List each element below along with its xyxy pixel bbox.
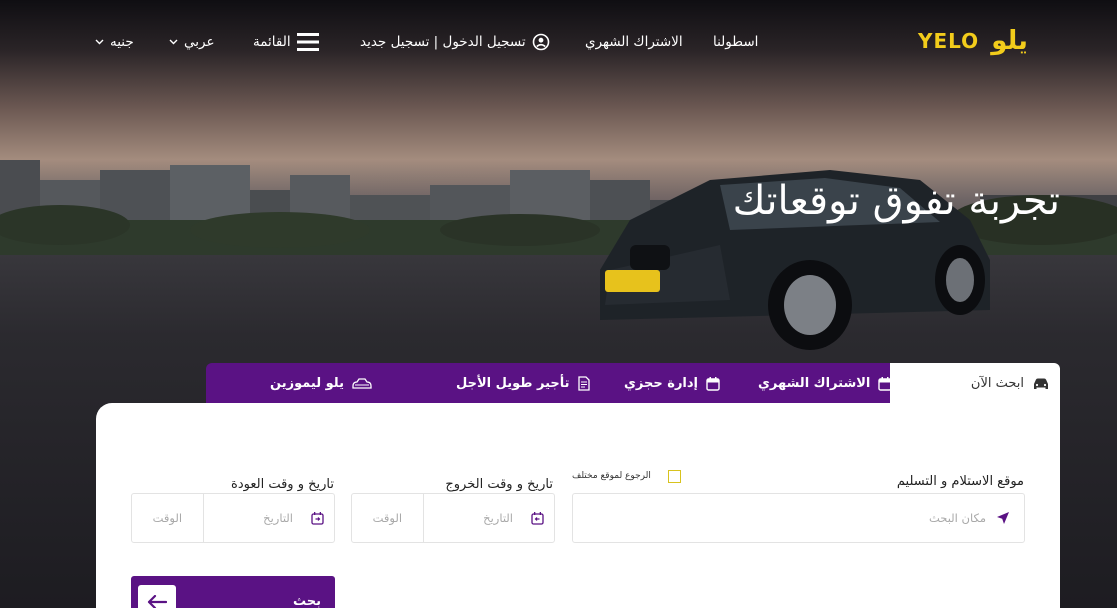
booking-tabs: الاشتراك الشهري إدارة حجزي تأجير طويل ال… bbox=[206, 363, 893, 404]
time-placeholder: الوقت bbox=[372, 511, 403, 525]
arrow-left-icon bbox=[138, 585, 176, 608]
different-return-label: الرجوع لموقع مختلف bbox=[572, 471, 651, 481]
tab-label: الاشتراك الشهري bbox=[758, 376, 871, 391]
search-button-label: بحث bbox=[292, 594, 321, 608]
menu-button[interactable]: القائمة bbox=[253, 33, 319, 51]
nav-fleet-label: اسطولنا bbox=[713, 34, 759, 50]
return-time-input[interactable]: الوقت bbox=[132, 494, 203, 542]
language-dropdown[interactable]: عربي bbox=[169, 33, 215, 51]
search-button[interactable]: بحث bbox=[131, 576, 335, 608]
nav-subscription-link[interactable]: الاشتراك الشهري bbox=[585, 33, 683, 51]
pickup-location-input[interactable]: مكان البحث bbox=[572, 493, 1025, 543]
car-icon bbox=[1032, 377, 1050, 391]
language-label: عربي bbox=[184, 34, 215, 50]
nav-fleet-link[interactable]: اسطولنا bbox=[713, 33, 758, 51]
tab-search-now-label: ابحث الآن bbox=[970, 376, 1024, 391]
nav-login-label: تسجيل الدخول | تسجيل جديد bbox=[360, 34, 526, 50]
nav-login-link[interactable]: تسجيل الدخول | تسجيل جديد bbox=[360, 33, 550, 51]
calendar-out-icon bbox=[531, 511, 544, 525]
tab-monthly-subscription[interactable]: الاشتراك الشهري bbox=[758, 363, 893, 404]
pickup-label: موقع الاستلام و التسليم bbox=[896, 474, 1024, 489]
logo-arabic-text: يلو bbox=[991, 26, 1028, 56]
return-label: تاريخ و وقت العودة bbox=[231, 477, 334, 492]
calendar-icon bbox=[878, 376, 893, 391]
date-placeholder: التاريخ bbox=[263, 511, 293, 525]
limousine-icon bbox=[352, 377, 372, 390]
tab-long-term-rental[interactable]: تأجير طويل الأجل bbox=[456, 363, 590, 404]
tab-yelo-limousine[interactable]: يلو ليموزين bbox=[270, 363, 372, 404]
document-icon bbox=[577, 376, 590, 391]
chevron-down-icon bbox=[169, 39, 178, 45]
return-datetime-input[interactable]: الوقت التاريخ bbox=[131, 493, 335, 543]
currency-dropdown[interactable]: جنيه bbox=[95, 33, 134, 51]
checkout-datetime-input[interactable]: الوقت التاريخ bbox=[351, 493, 555, 543]
checkout-date-input[interactable]: التاريخ bbox=[424, 494, 554, 542]
tab-label: يلو ليموزين bbox=[270, 376, 344, 391]
pickup-placeholder: مكان البحث bbox=[928, 511, 986, 525]
calendar-in-icon bbox=[311, 511, 324, 525]
tab-manage-booking[interactable]: إدارة حجزي bbox=[624, 363, 720, 404]
tab-label: إدارة حجزي bbox=[624, 376, 699, 391]
tab-search-now[interactable]: ابحث الآن bbox=[890, 363, 1060, 404]
menu-label: القائمة bbox=[253, 34, 291, 50]
user-icon bbox=[532, 33, 550, 51]
calendar-icon bbox=[706, 376, 720, 391]
hero-title: تجربة تفوق توقعاتك bbox=[732, 178, 1060, 224]
checkout-time-input[interactable]: الوقت bbox=[352, 494, 423, 542]
tab-label: تأجير طويل الأجل bbox=[456, 376, 570, 391]
yelo-logo[interactable]: YELO يلو bbox=[918, 24, 1062, 58]
logo-latin-text: YELO bbox=[918, 29, 980, 53]
checkout-label: تاريخ و وقت الخروج bbox=[445, 477, 553, 492]
hamburger-icon bbox=[296, 32, 319, 52]
currency-label: جنيه bbox=[110, 34, 134, 50]
return-date-input[interactable]: التاريخ bbox=[204, 494, 334, 542]
nav-subscription-label: الاشتراك الشهري bbox=[585, 34, 683, 50]
time-placeholder: الوقت bbox=[152, 511, 183, 525]
location-arrow-icon bbox=[996, 511, 1010, 525]
chevron-down-icon bbox=[95, 39, 104, 45]
date-placeholder: التاريخ bbox=[483, 511, 513, 525]
pickup-field-inner: مكان البحث bbox=[573, 494, 1024, 542]
different-return-checkbox[interactable] bbox=[668, 470, 681, 483]
